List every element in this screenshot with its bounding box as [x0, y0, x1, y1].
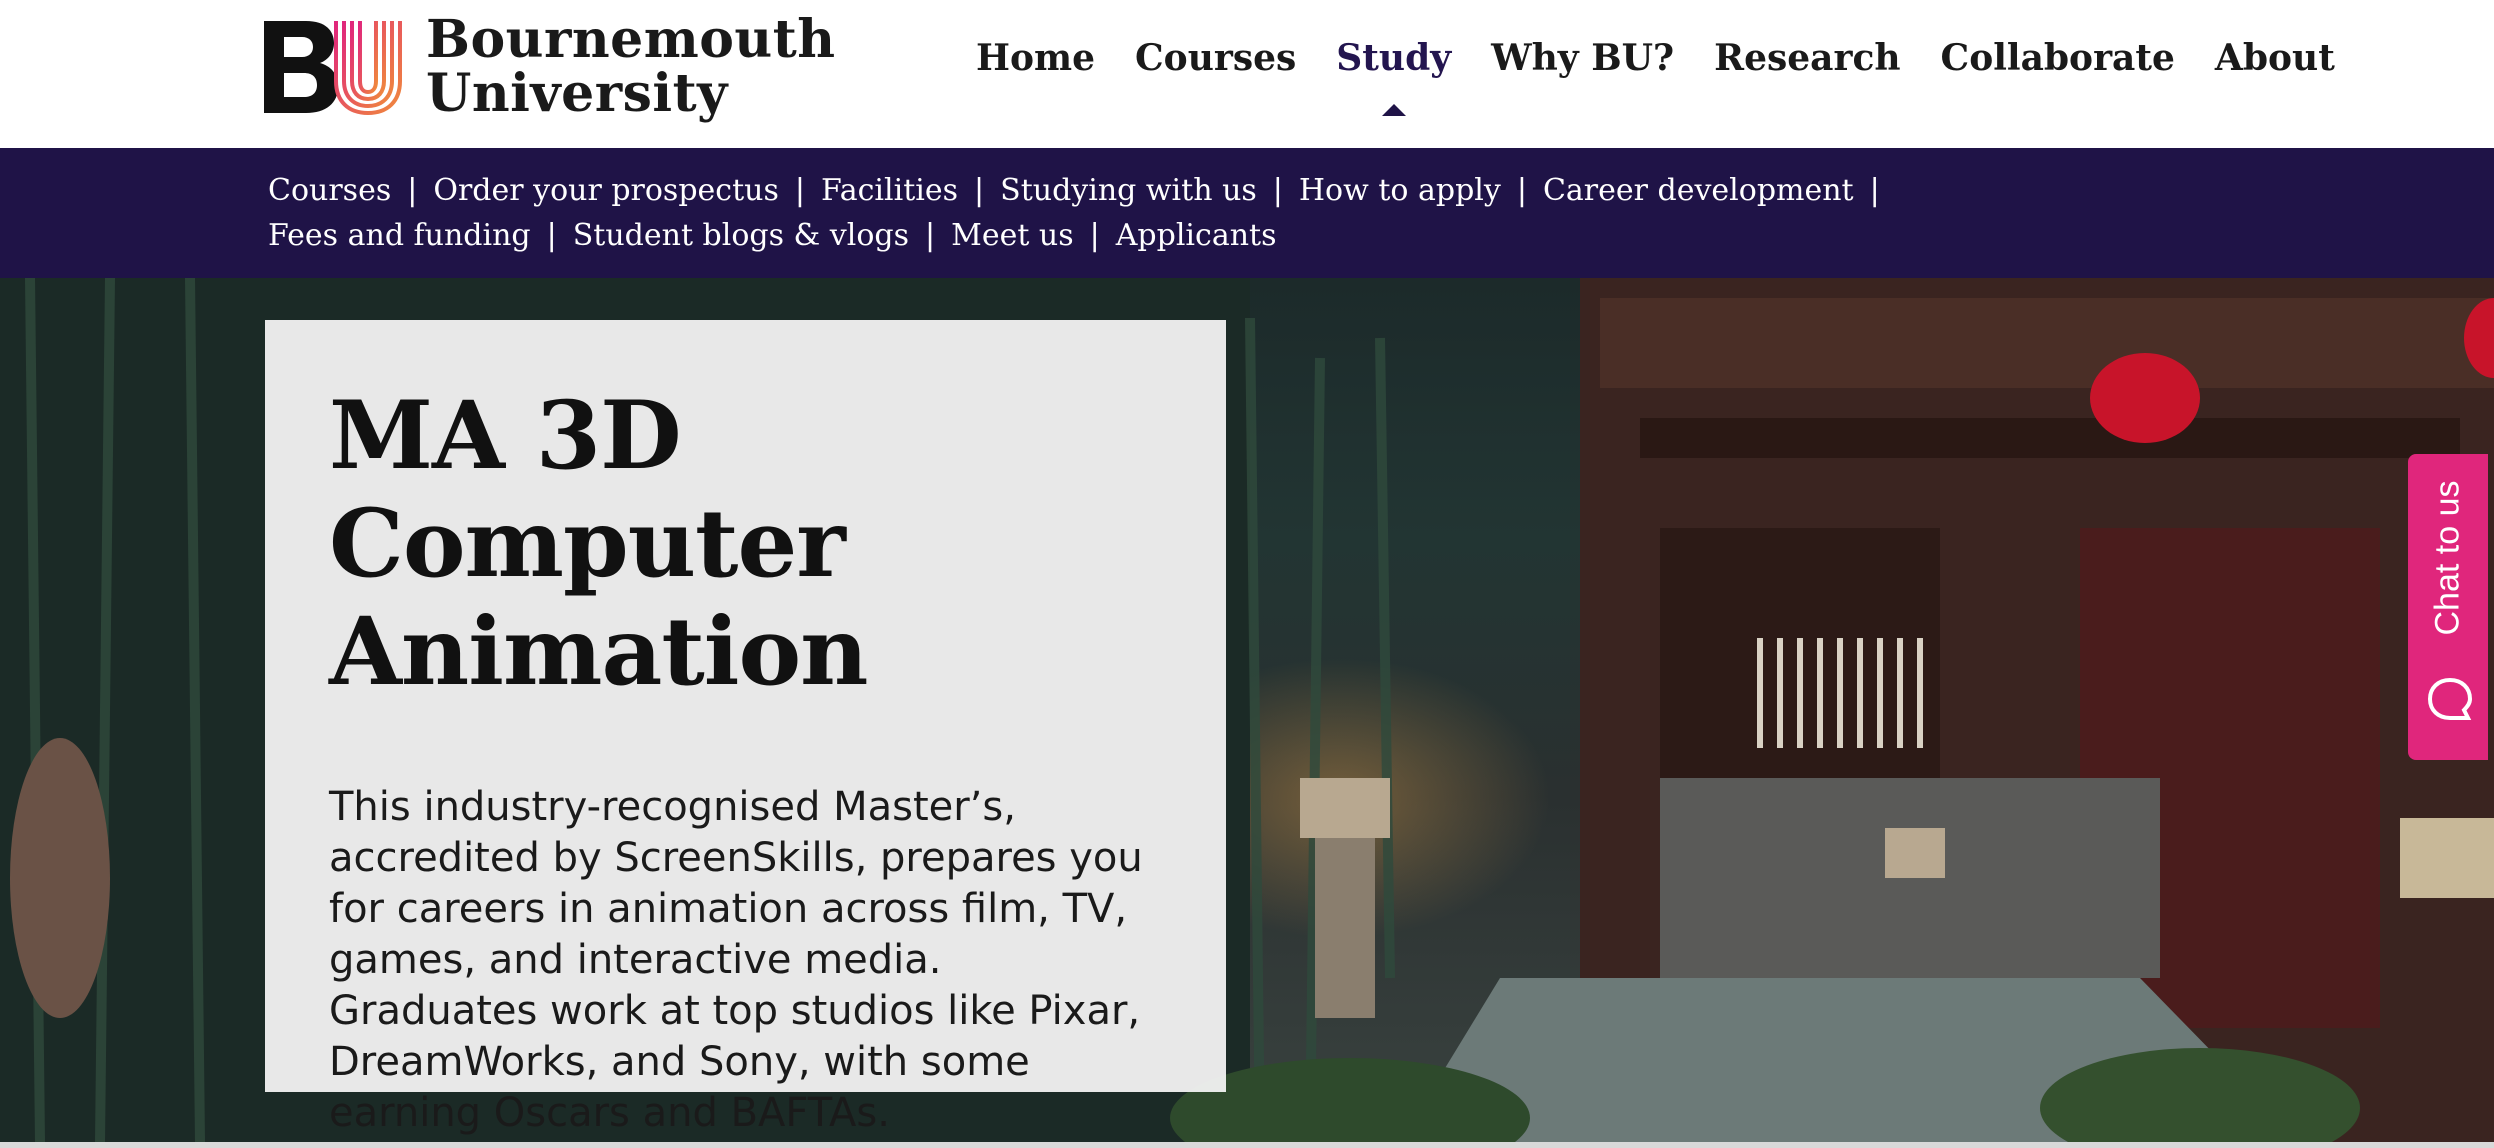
page-bottom-border	[0, 1142, 2494, 1148]
nav-collaborate[interactable]: Collaborate	[1921, 28, 2195, 88]
subnav-courses[interactable]: Courses	[268, 168, 391, 213]
subnav-facilities[interactable]: Facilities	[821, 168, 958, 213]
subnav-separator: |	[407, 173, 418, 208]
subnav-separator: |	[1516, 173, 1527, 208]
course-intro-card: MA 3D Computer Animation This industry-r…	[265, 320, 1226, 1136]
subnav-meet-us[interactable]: Meet us	[951, 213, 1074, 258]
logo-line-1: Bournemouth	[426, 9, 836, 70]
subnav-studying-with-us[interactable]: Studying with us	[1000, 168, 1257, 213]
chat-bubble-icon	[2427, 677, 2473, 720]
university-logo[interactable]: Bournemouth University	[264, 12, 836, 122]
nav-home[interactable]: Home	[976, 28, 1115, 88]
course-title: MA 3D Computer Animation	[329, 382, 1162, 706]
subnav-student-blogs[interactable]: Student blogs & vlogs	[573, 213, 909, 258]
main-navigation: Home Courses Study Why BU? Research Coll…	[976, 28, 2355, 116]
chat-label: Chat to us	[2428, 480, 2467, 636]
course-title-line-1: MA 3D Computer	[329, 381, 846, 599]
logo-wordmark: Bournemouth University	[426, 13, 836, 121]
subnav-separator: |	[925, 218, 936, 253]
subnav-separator: |	[546, 218, 557, 253]
nav-courses[interactable]: Courses	[1115, 28, 1316, 88]
subnav-order-prospectus[interactable]: Order your prospectus	[433, 168, 779, 213]
study-subnav: Courses | Order your prospectus | Facili…	[0, 148, 2494, 278]
subnav-separator: |	[794, 173, 805, 208]
subnav-career-development[interactable]: Career development	[1543, 168, 1854, 213]
bu-logo-icon	[264, 21, 402, 116]
subnav-links: Courses | Order your prospectus | Facili…	[268, 168, 2028, 258]
nav-research[interactable]: Research	[1694, 28, 1920, 88]
nav-about[interactable]: About	[2195, 28, 2355, 88]
subnav-separator: |	[1869, 173, 1880, 208]
subnav-how-to-apply[interactable]: How to apply	[1299, 168, 1501, 213]
hero-banner: MA 3D Computer Animation This industry-r…	[0, 278, 2494, 1142]
subnav-separator: |	[1089, 218, 1100, 253]
course-description: This industry-recognised Master’s, accre…	[329, 784, 1143, 1136]
subnav-fees-funding[interactable]: Fees and funding	[268, 213, 531, 258]
chat-to-us-button[interactable]: Chat to us	[2408, 454, 2488, 760]
logo-line-2: University	[426, 63, 728, 124]
site-header: Bournemouth University Home Courses Stud…	[0, 0, 2494, 148]
nav-study-label: Study	[1336, 37, 1452, 79]
active-caret-icon	[1381, 104, 1406, 116]
subnav-separator: |	[1272, 173, 1283, 208]
nav-study[interactable]: Study	[1316, 28, 1471, 116]
subnav-applicants[interactable]: Applicants	[1116, 213, 1277, 258]
nav-why-bu[interactable]: Why BU?	[1471, 28, 1694, 88]
course-title-line-2: Animation	[329, 597, 869, 707]
subnav-separator: |	[974, 173, 985, 208]
